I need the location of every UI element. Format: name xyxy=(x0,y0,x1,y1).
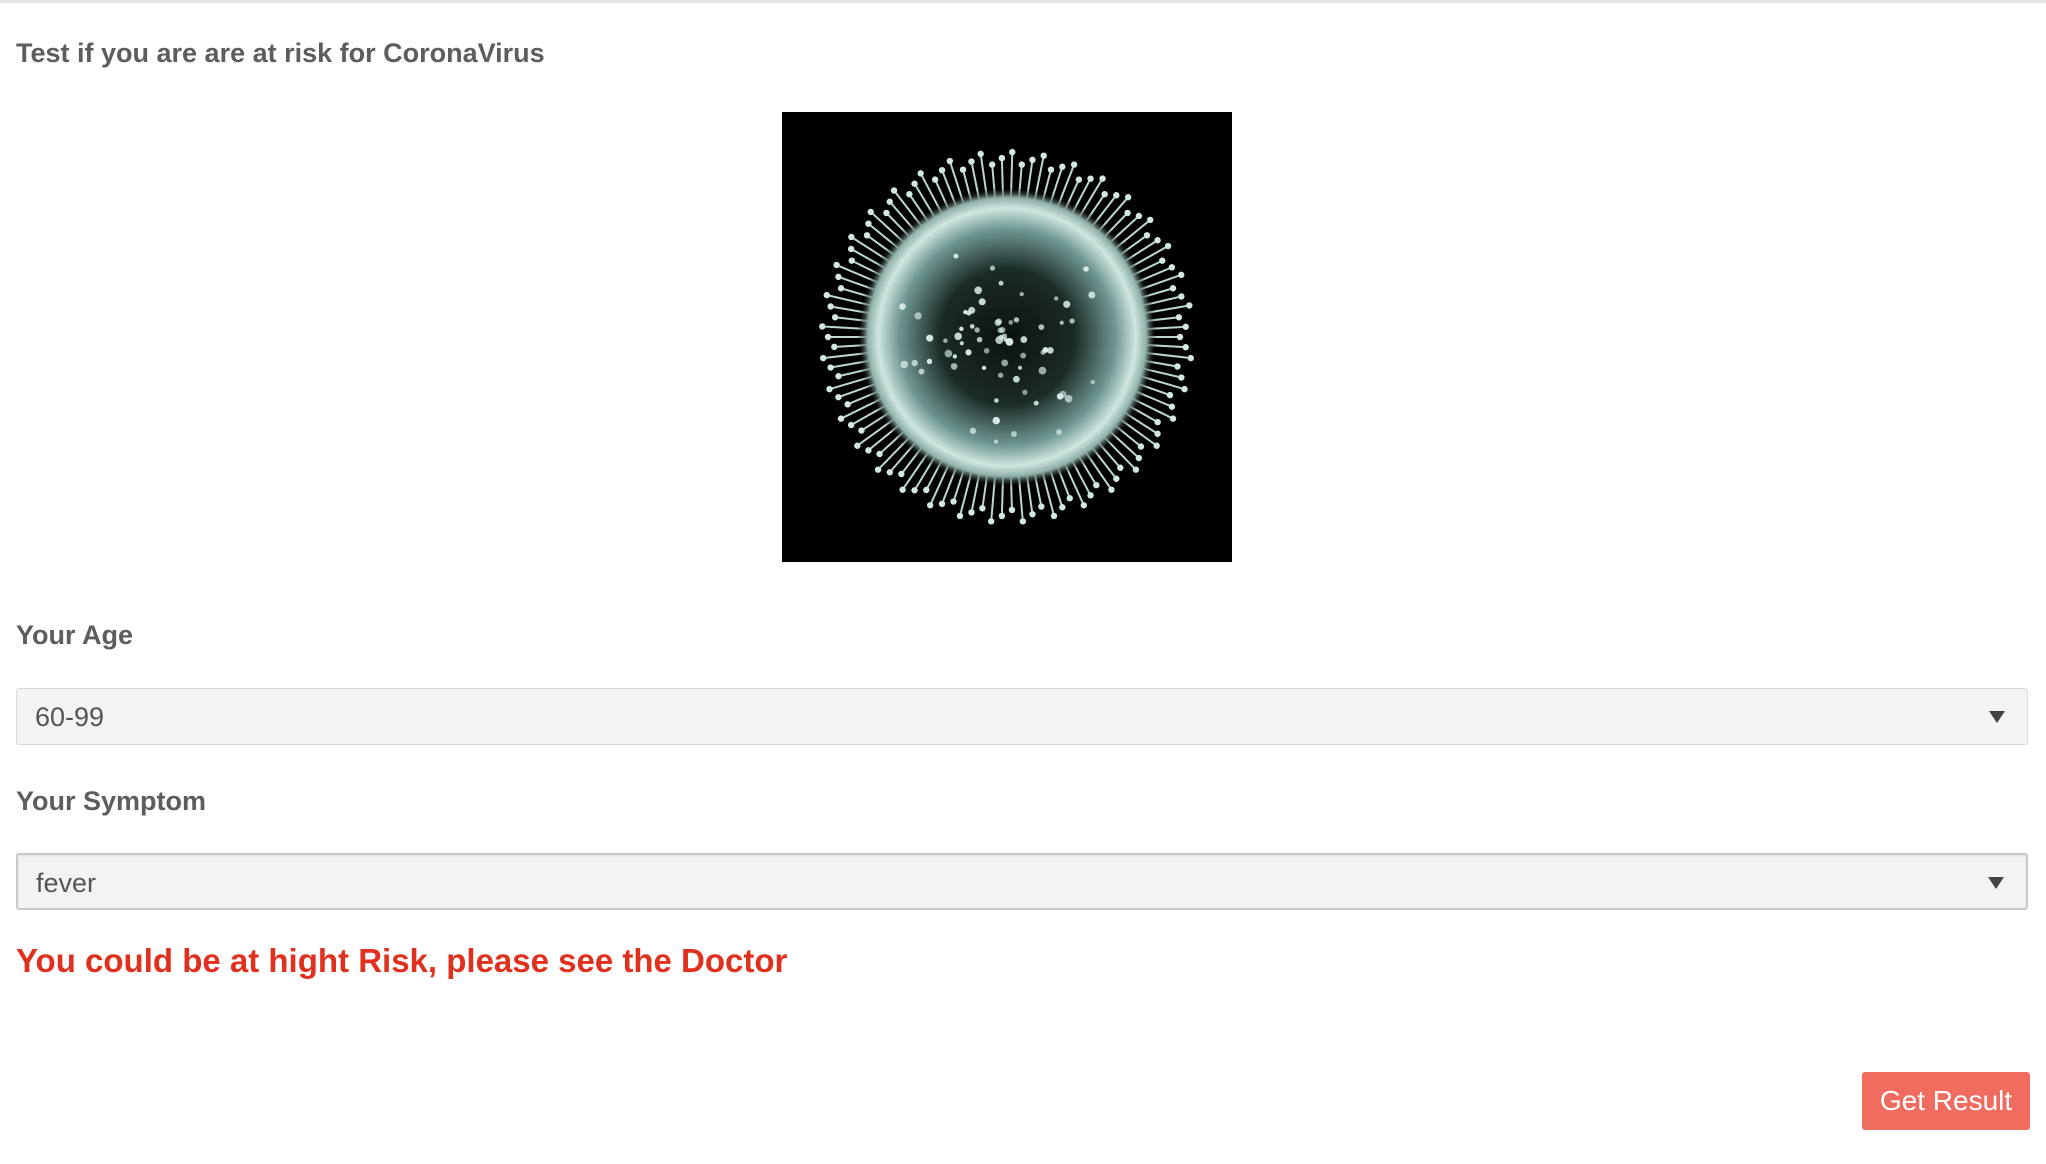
chevron-down-icon xyxy=(1988,877,2004,889)
risk-result-message: You could be at hight Risk, please see t… xyxy=(16,942,788,979)
top-divider xyxy=(0,0,2046,3)
age-label: Your Age xyxy=(16,620,134,650)
age-select[interactable]: 60-99 xyxy=(16,688,2028,745)
get-result-button[interactable]: Get Result xyxy=(1862,1072,2030,1130)
coronavirus-image xyxy=(782,112,1232,562)
age-select-value: 60-99 xyxy=(35,702,105,732)
symptom-select-value: fever xyxy=(36,868,97,898)
symptom-select[interactable]: fever xyxy=(16,853,2028,910)
page-title: Test if you are are at risk for CoronaVi… xyxy=(16,38,545,68)
symptom-label: Your Symptom xyxy=(16,786,207,816)
chevron-down-icon xyxy=(1989,711,2005,723)
